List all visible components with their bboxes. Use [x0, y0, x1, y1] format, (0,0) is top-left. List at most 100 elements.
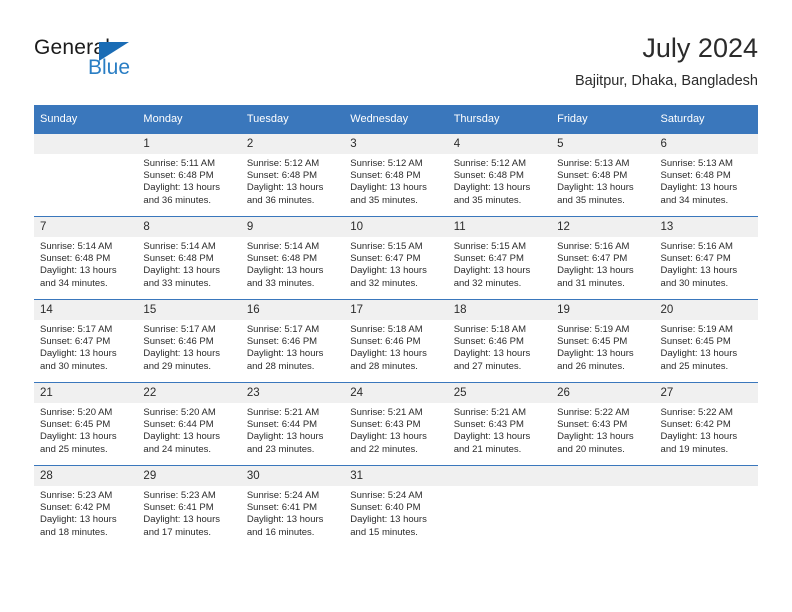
day-number: 9: [240, 217, 345, 237]
day-info: Sunrise: 5:12 AM Sunset: 6:48 PM Daylight:…: [241, 154, 344, 207]
sunset-time: Sunset: 6:47 PM: [350, 253, 421, 265]
calendar-day-cell[interactable]: 12 Sunrise: 5:16 AM Sunset: 6:47 PM Dayligh…: [551, 216, 655, 300]
daylight-duration-line2: and 24 minutes.: [143, 443, 212, 455]
weekday-header-saturday: Saturday: [654, 105, 758, 134]
day-number: [551, 466, 655, 486]
day-number: 22: [137, 383, 241, 403]
sunset-time: Sunset: 6:48 PM: [557, 170, 628, 182]
daylight-duration-line2: and 20 minutes.: [557, 443, 625, 455]
calendar-day-cell[interactable]: 18 Sunrise: 5:18 AM Sunset: 6:46 PM Dayligh…: [447, 299, 552, 383]
sunrise-time: Sunrise: 5:21 AM: [453, 407, 527, 418]
day-number: 11: [447, 217, 552, 237]
daylight-duration-line1: Daylight: 13 hours: [557, 431, 634, 443]
daylight-duration-line2: and 25 minutes.: [40, 443, 108, 455]
calendar-day-cell[interactable]: 29 Sunrise: 5:23 AM Sunset: 6:41 PM Dayligh…: [137, 465, 241, 548]
calendar-day-cell[interactable]: 9 Sunrise: 5:14 AM Sunset: 6:48 PM Daylight…: [240, 216, 345, 300]
calendar-day-cell[interactable]: 6 Sunrise: 5:13 AM Sunset: 6:48 PM Daylight…: [654, 133, 758, 217]
sunrise-time: Sunrise: 5:12 AM: [453, 158, 527, 169]
daylight-duration-line2: and 32 minutes.: [350, 277, 418, 289]
sunrise-time: Sunrise: 5:21 AM: [350, 407, 423, 418]
weekday-header-friday: Friday: [551, 105, 655, 134]
calendar-day-cell[interactable]: 19 Sunrise: 5:19 AM Sunset: 6:45 PM Dayligh…: [551, 299, 655, 383]
weekday-header-wednesday: Wednesday: [344, 105, 448, 134]
calendar-day-cell[interactable]: 31 Sunrise: 5:24 AM Sunset: 6:40 PM Dayligh…: [344, 465, 448, 548]
calendar-day-cell[interactable]: 23 Sunrise: 5:21 AM Sunset: 6:44 PM Dayligh…: [240, 382, 345, 466]
daylight-duration-line1: Daylight: 13 hours: [143, 265, 220, 277]
day-number: 28: [34, 466, 138, 486]
day-info: Sunrise: 5:14 AM Sunset: 6:48 PM Daylight:…: [137, 237, 240, 290]
daylight-duration-line1: Daylight: 13 hours: [350, 265, 427, 277]
sunset-time: Sunset: 6:48 PM: [143, 170, 214, 182]
sunset-time: Sunset: 6:41 PM: [246, 502, 318, 514]
calendar-day-cell[interactable]: 22 Sunrise: 5:20 AM Sunset: 6:44 PM Dayligh…: [137, 382, 241, 466]
sunrise-time: Sunrise: 5:18 AM: [350, 324, 423, 335]
calendar-header-row: Sunday Monday Tuesday Wednesday Thursday…: [34, 105, 758, 134]
calendar-day-cell[interactable]: 15 Sunrise: 5:17 AM Sunset: 6:46 PM Dayligh…: [137, 299, 241, 383]
calendar-day-cell[interactable]: 21 Sunrise: 5:20 AM Sunset: 6:45 PM Dayligh…: [34, 382, 138, 466]
calendar-day-cell[interactable]: 8 Sunrise: 5:14 AM Sunset: 6:48 PM Daylight…: [137, 216, 241, 300]
calendar-day-cell[interactable]: 20 Sunrise: 5:19 AM Sunset: 6:45 PM Dayligh…: [654, 299, 758, 383]
calendar-day-cell[interactable]: 30 Sunrise: 5:24 AM Sunset: 6:41 PM Dayligh…: [240, 465, 345, 548]
day-info: Sunrise: 5:13 AM Sunset: 6:48 PM Daylight:…: [655, 154, 758, 207]
daylight-duration-line1: Daylight: 13 hours: [350, 431, 427, 443]
calendar-day-cell[interactable]: 16 Sunrise: 5:17 AM Sunset: 6:46 PM Dayligh…: [240, 299, 345, 383]
weekday-header-thursday: Thursday: [447, 105, 552, 134]
calendar-day-cell[interactable]: 24 Sunrise: 5:21 AM Sunset: 6:43 PM Dayligh…: [344, 382, 448, 466]
day-info: Sunrise: 5:12 AM Sunset: 6:48 PM Daylight:…: [344, 154, 447, 207]
sunset-time: Sunset: 6:48 PM: [143, 253, 214, 265]
weekday-header-monday: Monday: [137, 105, 241, 134]
day-number: 13: [654, 217, 758, 237]
calendar-day-cell[interactable]: 4 Sunrise: 5:12 AM Sunset: 6:48 PM Daylight…: [447, 133, 552, 217]
calendar-day-cell[interactable]: 13 Sunrise: 5:16 AM Sunset: 6:47 PM Dayligh…: [654, 216, 758, 300]
page-header: General Blue July 2024 Bajitpur, Dhaka, …: [0, 0, 792, 100]
daylight-duration-line1: Daylight: 13 hours: [143, 348, 220, 360]
day-number: 18: [447, 300, 552, 320]
daylight-duration-line2: and 22 minutes.: [350, 443, 418, 455]
sunrise-time: Sunrise: 5:11 AM: [143, 158, 216, 169]
day-number: 24: [344, 383, 448, 403]
day-info: Sunrise: 5:21 AM Sunset: 6:43 PM Daylight:…: [344, 403, 447, 456]
day-info: Sunrise: 5:24 AM Sunset: 6:40 PM Daylight:…: [344, 486, 447, 539]
daylight-duration-line1: Daylight: 13 hours: [660, 348, 738, 360]
daylight-duration-line1: Daylight: 13 hours: [350, 514, 427, 526]
daylight-duration-line2: and 27 minutes.: [453, 360, 522, 372]
brand-logo[interactable]: General Blue: [34, 36, 234, 88]
sunset-time: Sunset: 6:44 PM: [143, 419, 214, 431]
day-number: 12: [551, 217, 655, 237]
day-info: Sunrise: 5:20 AM Sunset: 6:44 PM Daylight:…: [137, 403, 240, 456]
calendar-day-cell[interactable]: 7 Sunrise: 5:14 AM Sunset: 6:48 PM Daylight…: [34, 216, 138, 300]
calendar-week-row: 28 Sunrise: 5:23 AM Sunset: 6:42 PM Dayligh…: [34, 465, 758, 548]
daylight-duration-line2: and 31 minutes.: [557, 277, 625, 289]
day-info: Sunrise: 5:17 AM Sunset: 6:46 PM Daylight:…: [241, 320, 344, 373]
calendar-day-cell[interactable]: 11 Sunrise: 5:15 AM Sunset: 6:47 PM Dayligh…: [447, 216, 552, 300]
calendar-day-cell[interactable]: 26 Sunrise: 5:22 AM Sunset: 6:43 PM Dayligh…: [551, 382, 655, 466]
calendar-day-cell[interactable]: 1 Sunrise: 5:11 AM Sunset: 6:48 PM Daylight…: [137, 133, 241, 217]
calendar-day-cell[interactable]: 28 Sunrise: 5:23 AM Sunset: 6:42 PM Dayligh…: [34, 465, 138, 548]
sunrise-time: Sunrise: 5:16 AM: [660, 241, 733, 252]
daylight-duration-line2: and 16 minutes.: [246, 526, 315, 538]
daylight-duration-line1: Daylight: 13 hours: [246, 514, 324, 526]
calendar-day-cell[interactable]: 17 Sunrise: 5:18 AM Sunset: 6:46 PM Dayligh…: [344, 299, 448, 383]
daylight-duration-line1: Daylight: 13 hours: [350, 182, 427, 194]
calendar-day-cell[interactable]: 14 Sunrise: 5:17 AM Sunset: 6:47 PM Dayligh…: [34, 299, 138, 383]
page-title: July 2024: [642, 33, 758, 63]
calendar-page: General Blue July 2024 Bajitpur, Dhaka, …: [0, 0, 792, 612]
calendar-day-cell[interactable]: 3 Sunrise: 5:12 AM Sunset: 6:48 PM Daylight…: [344, 133, 448, 217]
sunset-time: Sunset: 6:40 PM: [350, 502, 421, 514]
sunset-time: Sunset: 6:44 PM: [246, 419, 318, 431]
sunrise-time: Sunrise: 5:15 AM: [350, 241, 423, 252]
daylight-duration-line2: and 28 minutes.: [246, 360, 315, 372]
day-info: Sunrise: 5:15 AM Sunset: 6:47 PM Daylight:…: [344, 237, 447, 290]
day-info: Sunrise: 5:17 AM Sunset: 6:46 PM Daylight:…: [137, 320, 240, 373]
calendar-day-cell[interactable]: 25 Sunrise: 5:21 AM Sunset: 6:43 PM Dayligh…: [447, 382, 552, 466]
calendar-day-cell[interactable]: 27 Sunrise: 5:22 AM Sunset: 6:42 PM Dayligh…: [654, 382, 758, 466]
day-info: Sunrise: 5:11 AM Sunset: 6:48 PM Daylight:…: [137, 154, 240, 207]
day-info: Sunrise: 5:21 AM Sunset: 6:44 PM Daylight:…: [241, 403, 344, 456]
sunset-time: Sunset: 6:41 PM: [143, 502, 214, 514]
calendar-day-cell[interactable]: 5 Sunrise: 5:13 AM Sunset: 6:48 PM Daylight…: [551, 133, 655, 217]
sunset-time: Sunset: 6:42 PM: [660, 419, 731, 431]
calendar-cell-empty: [34, 133, 138, 217]
calendar-day-cell[interactable]: 10 Sunrise: 5:15 AM Sunset: 6:47 PM Dayligh…: [344, 216, 448, 300]
day-number: 25: [447, 383, 552, 403]
calendar-day-cell[interactable]: 2 Sunrise: 5:12 AM Sunset: 6:48 PM Daylight…: [240, 133, 345, 217]
